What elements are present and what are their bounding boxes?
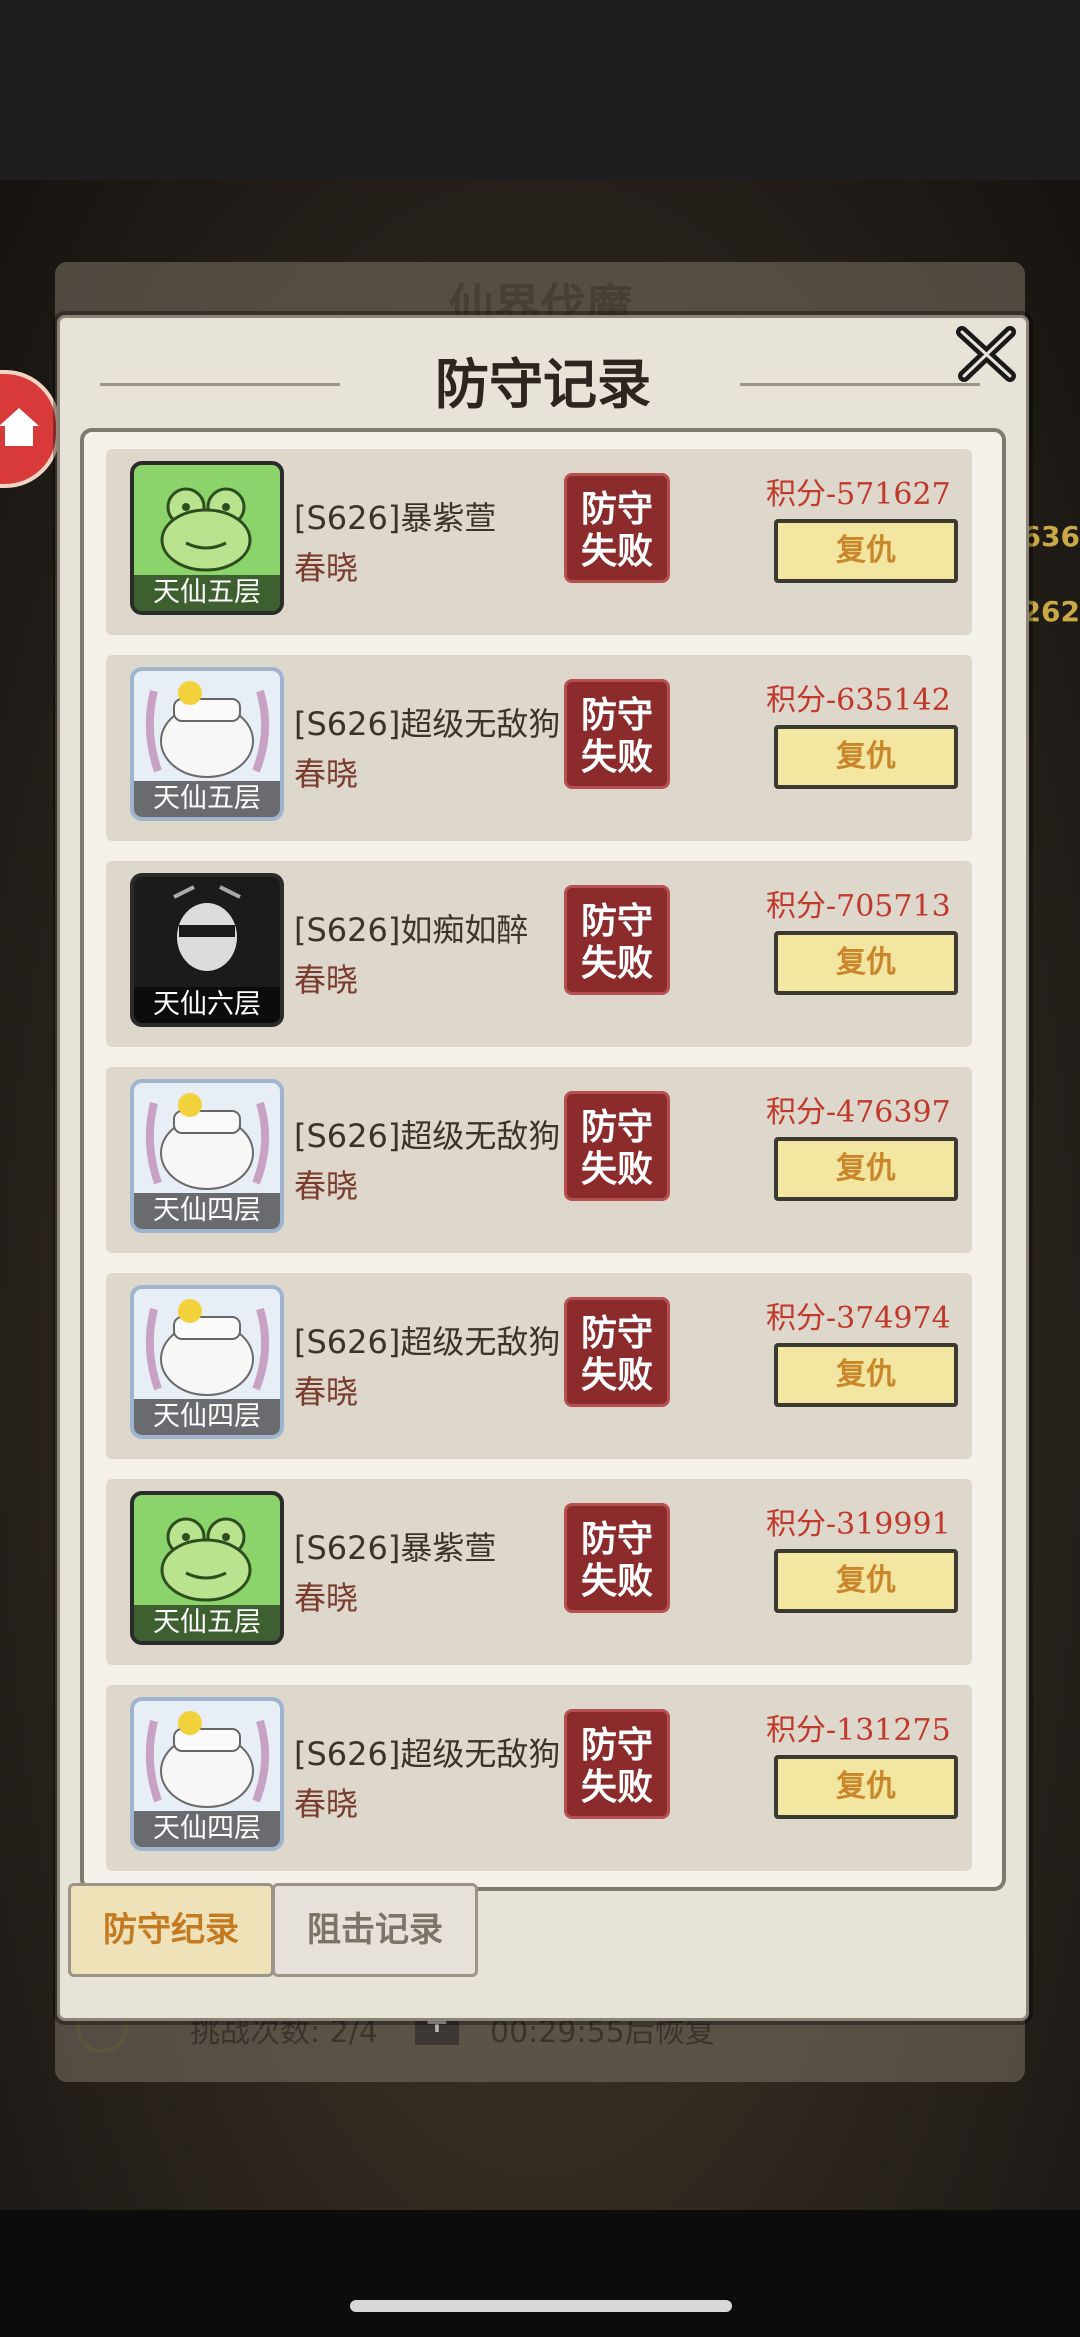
score-change: 积分-319991 [766,1507,951,1542]
rank-label: 天仙六层 [134,987,280,1023]
defense-failed-stamp: 防守 失败 [564,1297,670,1407]
record-row: 天仙六层 [S626]如痴如醉 春晓 防守 失败 积分-705713 复仇 [106,861,972,1047]
player-avatar[interactable]: 天仙四层 [130,1697,284,1851]
stamp-line: 失败 [580,1148,653,1190]
revenge-button[interactable]: 复仇 [774,931,958,995]
record-row: 天仙四层 [S626]超级无敌狗 春晓 防守 失败 积分-131275 复仇 [106,1685,972,1871]
guild-name: 春晓 [294,549,359,587]
player-avatar[interactable]: 天仙四层 [130,1285,284,1439]
guild-name: 春晓 [294,1373,359,1411]
home-icon [0,408,39,446]
revenge-button[interactable]: 复仇 [774,1549,958,1613]
guild-name: 春晓 [294,1785,359,1823]
player-avatar[interactable]: 天仙五层 [130,667,284,821]
player-avatar[interactable]: 天仙四层 [130,1079,284,1233]
player-avatar[interactable]: 天仙五层 [130,461,284,615]
score-change: 积分-476397 [766,1095,951,1130]
player-name: [S626]超级无敌狗 [294,1323,561,1361]
defense-failed-stamp: 防守 失败 [564,885,670,995]
record-row: 天仙五层 [S626]暴紫萱 春晓 防守 失败 积分-319991 复仇 [106,1479,972,1665]
player-name: [S626]如痴如醉 [294,911,529,949]
character-portrait-icon [145,1299,270,1396]
player-avatar[interactable]: 天仙五层 [130,1491,284,1645]
rank-label: 天仙四层 [134,1399,280,1435]
side-number: 636 [1021,520,1080,553]
close-button[interactable] [950,318,1022,390]
rank-label: 天仙五层 [134,575,280,611]
defense-failed-stamp: 防守 失败 [564,1709,670,1819]
dialog-title: 防守记录 [435,352,651,416]
revenge-button[interactable]: 复仇 [774,519,958,583]
score-change: 积分-571627 [766,477,951,512]
defense-failed-stamp: 防守 失败 [564,1091,670,1201]
stamp-line: 防守 [580,694,653,736]
defense-failed-stamp: 防守 失败 [564,1503,670,1613]
stamp-line: 失败 [580,736,653,778]
guild-name: 春晓 [294,961,359,999]
stamp-line: 失败 [580,1560,653,1602]
right-side-hud: 636 262 [1020,380,1080,2080]
stamp-line: 防守 [580,1518,653,1560]
stamp-line: 防守 [580,488,653,530]
player-name: [S626]暴紫萱 [294,499,497,537]
bottom-bar-area [0,2210,1080,2337]
side-number: 262 [1021,595,1080,628]
guild-name: 春晓 [294,1167,359,1205]
record-row: 天仙五层 [S626]暴紫萱 春晓 防守 失败 积分-571627 复仇 [106,449,972,635]
record-row: 天仙五层 [S626]超级无敌狗 春晓 防守 失败 积分-635142 复仇 [106,655,972,841]
stamp-line: 防守 [580,1106,653,1148]
record-row: 天仙四层 [S626]超级无敌狗 春晓 防守 失败 积分-476397 复仇 [106,1067,972,1253]
tab-intercept-record[interactable]: 阻击记录 [272,1883,478,1977]
revenge-button[interactable]: 复仇 [774,1137,958,1201]
character-portrait-icon [145,1093,270,1190]
player-name: [S626]暴紫萱 [294,1529,497,1567]
guild-name: 春晓 [294,1579,359,1617]
character-portrait-icon [173,885,241,971]
frog-icon [160,487,252,572]
score-change: 积分-374974 [766,1301,951,1336]
character-portrait-icon [145,1711,270,1808]
rank-label: 天仙四层 [134,1193,280,1229]
stamp-line: 失败 [580,1766,653,1808]
record-list[interactable]: 天仙五层 [S626]暴紫萱 春晓 防守 失败 积分-571627 复仇 天仙五层 [S626]… [80,428,1006,1891]
defense-record-dialog: 防守记录 天仙五层 [S626]暴紫萱 春晓 防守 失败 积分-571627 复仇 天仙五层[… [57,315,1029,2021]
guild-name: 春晓 [294,755,359,793]
stamp-line: 失败 [580,942,653,984]
player-name: [S626]超级无敌狗 [294,1117,561,1155]
record-row: 天仙四层 [S626]超级无敌狗 春晓 防守 失败 积分-374974 复仇 [106,1273,972,1459]
score-change: 积分-635142 [766,683,951,718]
home-indicator[interactable] [350,2300,732,2312]
stamp-line: 防守 [580,900,653,942]
character-portrait-icon [145,681,270,778]
close-icon [956,326,1016,382]
stamp-line: 防守 [580,1724,653,1766]
revenge-button[interactable]: 复仇 [774,725,958,789]
stamp-line: 失败 [580,1354,653,1396]
rank-label: 天仙四层 [134,1811,280,1847]
player-name: [S626]超级无敌狗 [294,1735,561,1773]
player-avatar[interactable]: 天仙六层 [130,873,284,1027]
defense-failed-stamp: 防守 失败 [564,679,670,789]
revenge-button[interactable]: 复仇 [774,1343,958,1407]
rank-label: 天仙五层 [134,781,280,817]
tab-defense-record[interactable]: 防守纪录 [68,1883,274,1977]
stamp-line: 防守 [580,1312,653,1354]
score-change: 积分-705713 [766,889,951,924]
revenge-button[interactable]: 复仇 [774,1755,958,1819]
status-bar-area [0,0,1080,180]
player-name: [S626]超级无敌狗 [294,705,561,743]
defense-failed-stamp: 防守 失败 [564,473,670,583]
stamp-line: 失败 [580,530,653,572]
frog-icon [160,1517,252,1602]
rank-label: 天仙五层 [134,1605,280,1641]
score-change: 积分-131275 [766,1713,951,1748]
